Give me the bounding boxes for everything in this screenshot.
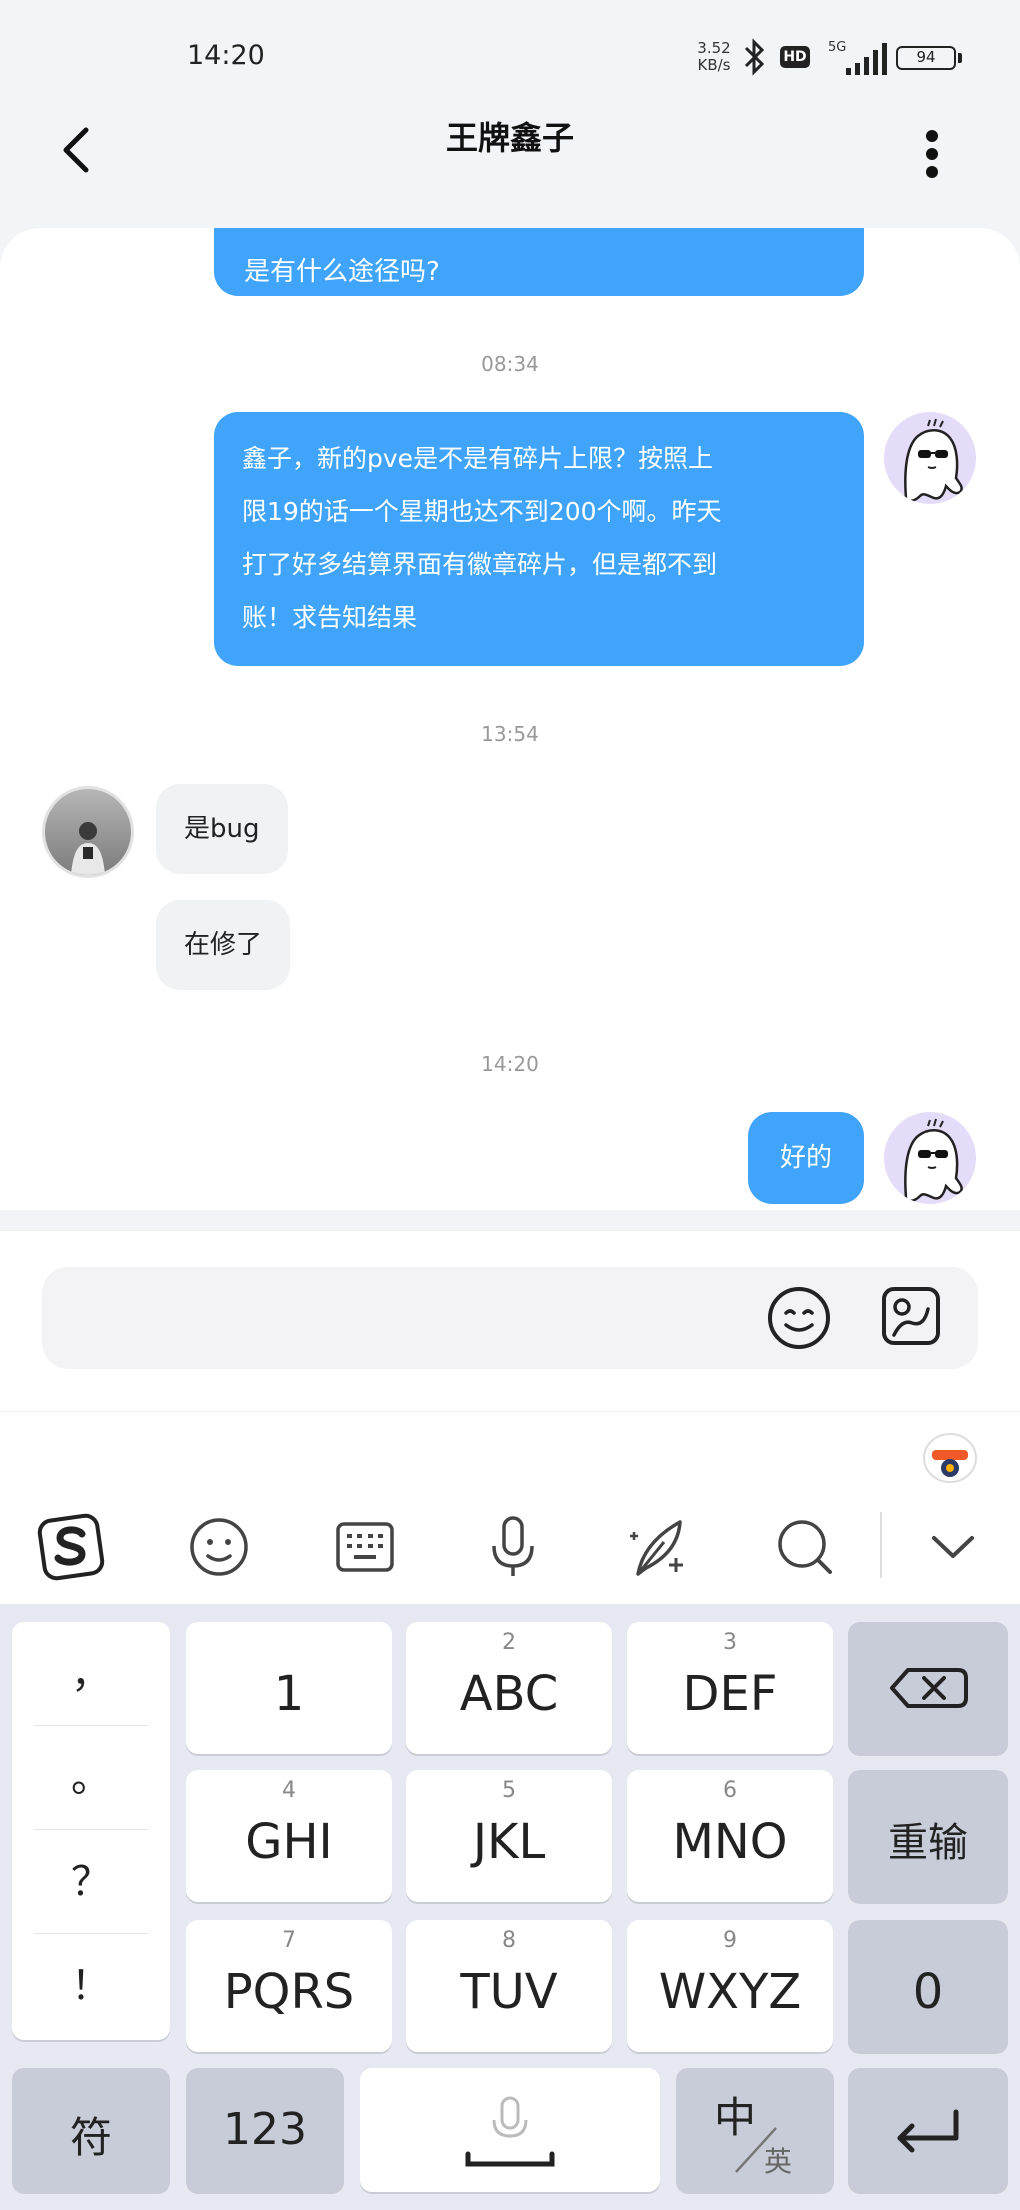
status-time: 14:20 <box>187 40 265 71</box>
signal-bars-icon <box>846 43 887 75</box>
ime-mascot-icon[interactable] <box>920 1424 980 1486</box>
ghost-sunglasses-icon <box>904 418 963 502</box>
message-text: 是bug <box>184 814 260 844</box>
key-main-label: 重输 <box>888 1820 968 1866</box>
sogou-logo-icon[interactable] <box>36 1512 106 1582</box>
hd-badge: HD <box>780 46 810 68</box>
toolbar-divider <box>880 1512 882 1578</box>
key-mno[interactable]: 6 MNO <box>627 1770 833 1902</box>
backspace-icon <box>890 1668 968 1708</box>
key-def[interactable]: 3 DEF <box>627 1622 833 1754</box>
message-text-line: 限19的话一个星期也达不到200个啊。昨天 <box>242 497 722 526</box>
punctuation-column: ， 。 ？ ！ <box>12 1622 170 2040</box>
key-main-label: 1 <box>273 1666 305 1722</box>
my-avatar[interactable] <box>884 1112 976 1204</box>
key-sub-label: 8 <box>502 1928 516 1953</box>
message-bubble-incoming[interactable]: 是bug <box>156 784 288 874</box>
message-bubble-outgoing[interactable]: 鑫子，新的pve是不是有碎片上限？按照上 限19的话一个星期也达不到200个啊。… <box>214 412 864 666</box>
symbols-key[interactable]: 符 <box>12 2068 170 2192</box>
lang-divider-icon <box>735 2127 777 2173</box>
bluetooth-icon <box>744 38 765 76</box>
message-text-line: 账！求告知结果 <box>242 603 418 632</box>
sticker-button[interactable] <box>880 1285 942 1347</box>
ghost-sunglasses-icon <box>904 1118 963 1202</box>
network-speed: 3.52 KB/s <box>692 40 736 74</box>
key-sub-label: 7 <box>282 1928 296 1953</box>
enter-key[interactable] <box>848 2068 1008 2192</box>
more-options-button[interactable] <box>912 124 952 184</box>
key-0[interactable]: 0 <box>848 1920 1008 2052</box>
key-main-label: WXYZ <box>658 1964 802 2020</box>
space-voice-icon <box>465 2096 555 2167</box>
punct-comma-key[interactable]: ， <box>34 1622 148 1726</box>
key-main-label: 123 <box>223 2104 307 2155</box>
punct-period-key[interactable]: 。 <box>34 1726 148 1830</box>
message-text: 在修了 <box>184 930 263 960</box>
key-main-label: 符 <box>69 2113 112 2162</box>
microphone-icon[interactable] <box>478 1512 548 1582</box>
message-text-line: 打了好多结算界面有徽章碎片，但是都不到 <box>242 550 718 579</box>
timestamp: 08:34 <box>481 352 539 376</box>
my-avatar[interactable] <box>884 412 976 504</box>
key-sub-label: 6 <box>723 1778 737 1803</box>
search-icon[interactable] <box>770 1512 840 1582</box>
key-main-label: ABC <box>459 1666 559 1722</box>
battery-indicator: 94 <box>896 46 956 70</box>
key-main-label: TUV <box>460 1964 558 2020</box>
message-text: 好的 <box>779 1143 832 1173</box>
key-sub-label: 4 <box>282 1778 296 1803</box>
ime-toolbar <box>0 1412 1020 1604</box>
timestamp: 14:20 <box>481 1052 539 1076</box>
key-main-label: JKL <box>472 1814 546 1870</box>
timestamp: 13:54 <box>481 722 539 746</box>
quill-icon[interactable] <box>624 1512 694 1582</box>
key-sub-label: 9 <box>723 1928 737 1953</box>
punct-question-key[interactable]: ？ <box>34 1830 148 1934</box>
key-main-label: DEF <box>682 1666 778 1722</box>
key-ghi[interactable]: 4 GHI <box>186 1770 392 1902</box>
key-jkl[interactable]: 5 JKL <box>406 1770 612 1902</box>
key-main-label: MNO <box>672 1814 788 1870</box>
key-sub-label: 3 <box>723 1630 737 1655</box>
battery-tip <box>958 53 962 63</box>
message-text-line: 鑫子，新的pve是不是有碎片上限？按照上 <box>242 444 714 473</box>
key-main-label: 0 <box>912 1964 944 2020</box>
key-tuv[interactable]: 8 TUV <box>406 1920 612 2052</box>
enter-icon <box>897 2109 959 2153</box>
key-sub-label: 5 <box>502 1778 516 1803</box>
message-bubble-outgoing[interactable]: 好的 <box>748 1112 864 1204</box>
chat-title: 王牌鑫子 <box>445 119 574 157</box>
emoji-icon[interactable] <box>184 1512 254 1582</box>
punct-exclaim-key[interactable]: ！ <box>34 1934 148 2038</box>
key-main-label: PQRS <box>223 1964 355 2020</box>
message-bubble-outgoing[interactable]: 是有什么途径吗? <box>214 228 864 296</box>
back-button[interactable] <box>52 120 102 180</box>
chevron-down-icon[interactable] <box>918 1512 988 1582</box>
emoji-button[interactable] <box>766 1285 832 1351</box>
numbers-key[interactable]: 123 <box>186 2068 344 2192</box>
key-main-label: GHI <box>245 1814 333 1870</box>
key-pqrs[interactable]: 7 PQRS <box>186 1920 392 2052</box>
message-bubble-incoming[interactable]: 在修了 <box>156 900 291 990</box>
composer-bar <box>0 1230 1020 1412</box>
language-switch-key[interactable]: 中 英 <box>676 2068 834 2192</box>
lang-sub-label: 英 <box>764 2145 793 2178</box>
key-sub-label: 2 <box>502 1630 516 1655</box>
message-input[interactable] <box>42 1267 978 1369</box>
person-photo-icon <box>71 822 105 875</box>
chat-message-list[interactable]: 是有什么途径吗? 08:34 鑫子，新的pve是不是有碎片上限？按照上 限19的… <box>0 228 1020 1210</box>
t9-keyboard: ， 。 ？ ！ 1 2 ABC 3 DEF 4 GHI 5 JKL 6 MNO … <box>0 1604 1020 2210</box>
network-speed-value: 3.52 <box>697 39 731 57</box>
key-1[interactable]: 1 <box>186 1622 392 1754</box>
keyboard-icon[interactable] <box>330 1512 400 1582</box>
message-text: 是有什么途径吗? <box>244 257 440 287</box>
network-speed-unit: KB/s <box>697 56 731 74</box>
contact-avatar[interactable] <box>42 786 134 878</box>
key-abc[interactable]: 2 ABC <box>406 1622 612 1754</box>
space-key[interactable] <box>360 2068 660 2192</box>
reenter-key[interactable]: 重输 <box>848 1770 1008 1902</box>
key-wxyz[interactable]: 9 WXYZ <box>627 1920 833 2052</box>
backspace-key[interactable] <box>848 1622 1008 1754</box>
